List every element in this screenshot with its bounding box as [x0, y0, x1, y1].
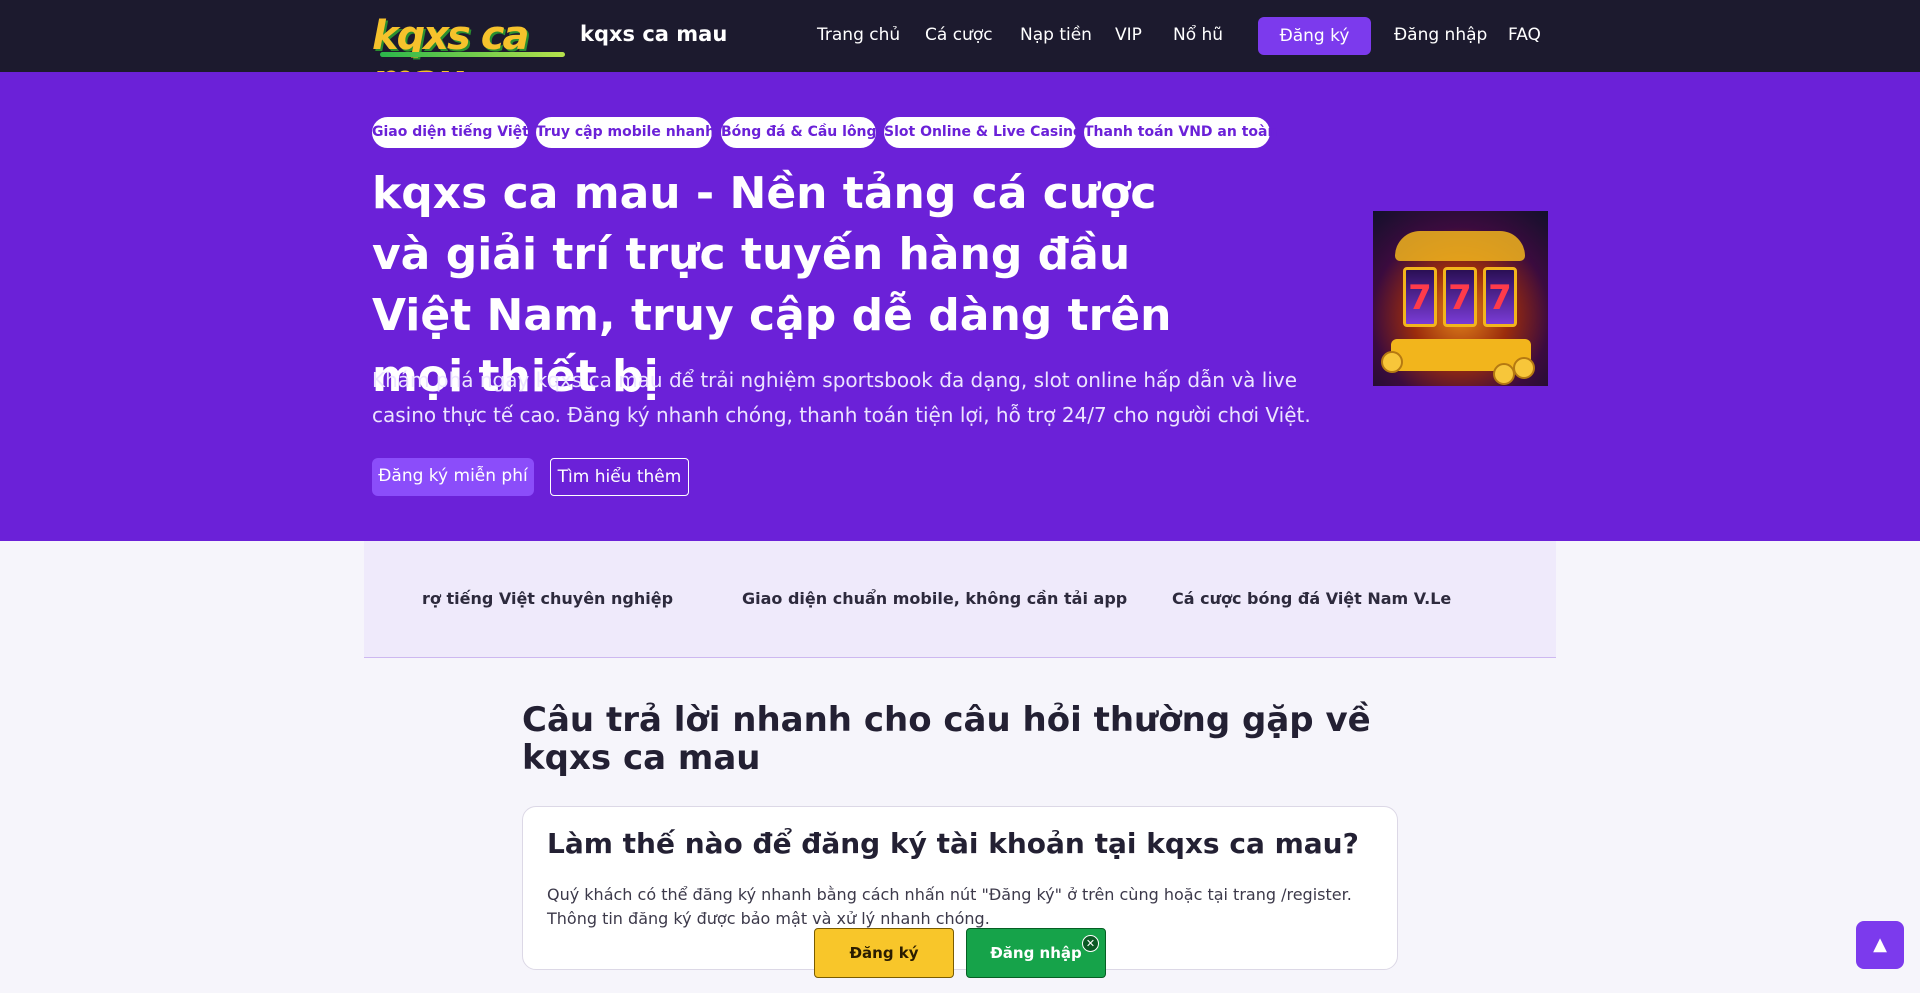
nav-betting[interactable]: Cá cược [925, 25, 993, 45]
sticky-signup-button[interactable]: Đăng ký [814, 928, 954, 978]
free-signup-button[interactable]: Đăng ký miễn phí [372, 458, 534, 496]
feature-ticker: rợ tiếng Việt chuyên nghiệp Giao diện ch… [364, 541, 1556, 658]
slot-reel: 7 [1483, 267, 1517, 327]
hero-description: Khám phá ngay kqxs ca mau để trải nghiệm… [372, 368, 1311, 427]
logo-swoosh [380, 52, 565, 57]
ticker-item: Giao diện chuẩn mobile, không cần tải ap… [742, 589, 1128, 608]
login-link[interactable]: Đăng nhập [1394, 25, 1487, 45]
nav-deposit[interactable]: Nạp tiền [1020, 25, 1092, 45]
site-logo[interactable]: kqxs ca mau [372, 14, 570, 102]
slot-machine-image: 7 7 7 [1373, 211, 1548, 386]
faq-link[interactable]: FAQ [1508, 25, 1541, 45]
slot-reel: 7 [1403, 267, 1437, 327]
coin-icon [1493, 363, 1515, 385]
coin-icon [1381, 351, 1403, 373]
faq-question: Làm thế nào để đăng ký tài khoản tại kqx… [547, 827, 1359, 860]
close-icon[interactable]: ✕ [1082, 935, 1099, 952]
nav-vip[interactable]: VIP [1115, 25, 1142, 45]
nav-home[interactable]: Trang chủ [817, 25, 900, 45]
coin-icon [1513, 357, 1535, 379]
ticker-item: rợ tiếng Việt chuyên nghiệp [422, 589, 674, 608]
feature-chip: Truy cập mobile nhanh [536, 117, 715, 148]
slot-machine-top [1395, 231, 1525, 261]
back-to-top-button[interactable]: ▲ [1856, 921, 1904, 969]
faq-heading: Câu trả lời nhanh cho câu hỏi thường gặp… [522, 700, 1371, 778]
learn-more-button[interactable]: Tìm hiểu thêm [550, 458, 689, 496]
nav-jackpot[interactable]: Nổ hũ [1173, 25, 1223, 45]
feature-chip: Slot Online & Live Casino [884, 117, 1083, 148]
faq-card: Làm thế nào để đăng ký tài khoản tại kqx… [522, 806, 1398, 970]
feature-chip: Giao diện tiếng Việt [372, 117, 529, 148]
feature-chip: Thanh toán VND an toàn [1084, 117, 1277, 148]
feature-chip: Bóng đá & Cầu lông [721, 117, 877, 148]
ticker-item: Cá cược bóng đá Việt Nam V.Le [1172, 589, 1452, 608]
signup-button[interactable]: Đăng ký [1258, 17, 1371, 55]
site-name[interactable]: kqxs ca mau [580, 22, 727, 46]
faq-answer: Quý khách có thể đăng ký nhanh bằng cách… [547, 885, 1352, 928]
slot-reel: 7 [1443, 267, 1477, 327]
top-navbar: kqxs ca mau kqxs ca mau Trang chủ Cá cượ… [0, 0, 1920, 102]
